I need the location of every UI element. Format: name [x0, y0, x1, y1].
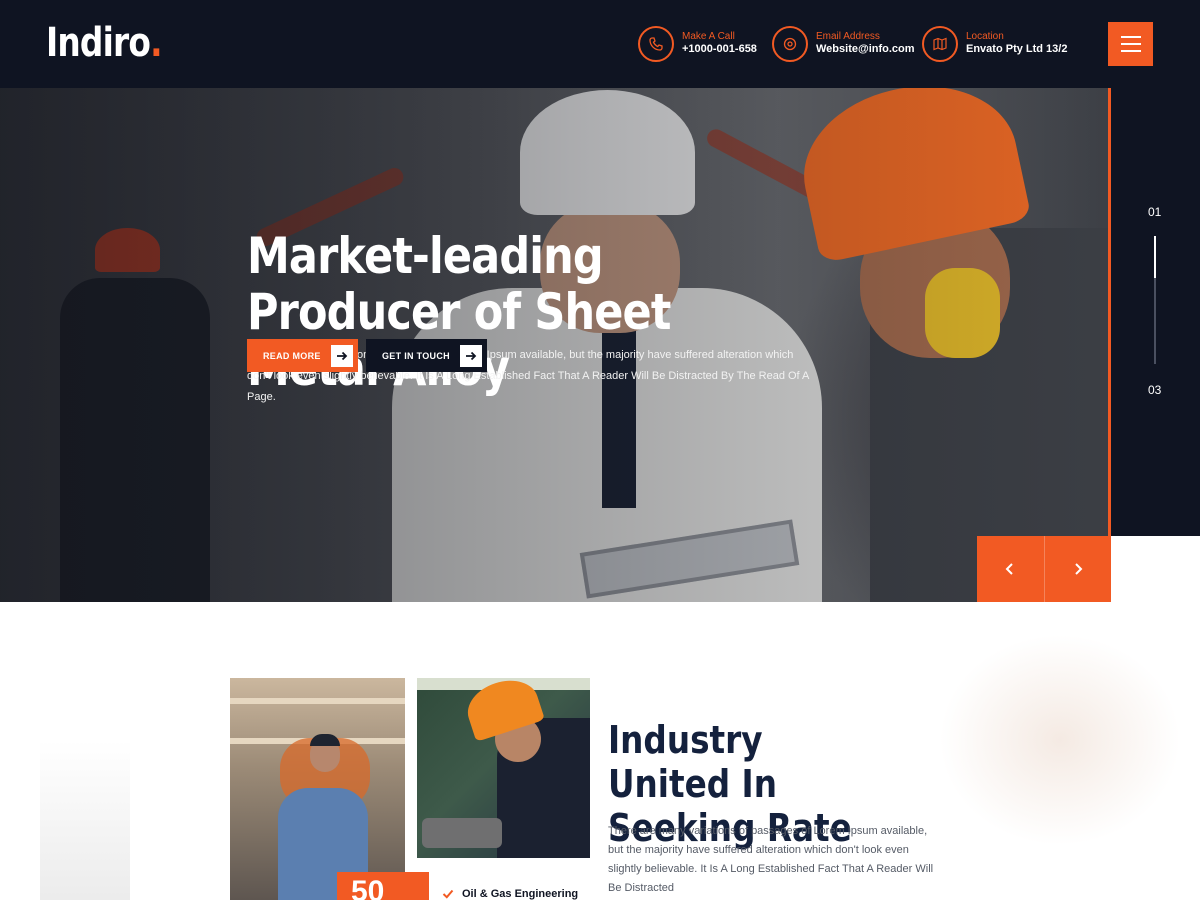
get-in-touch-label: GET IN TOUCH — [382, 350, 450, 361]
slide-progress-track — [1154, 236, 1156, 364]
site-header: Indiro. Make A Call +1000-001-658 Email … — [0, 0, 1200, 88]
get-in-touch-button[interactable]: GET IN TOUCH — [366, 339, 487, 372]
contact-location[interactable]: Location Envato Pty Ltd 13/2 — [922, 26, 1067, 62]
contact-location-value: Envato Pty Ltd 13/2 — [966, 43, 1068, 56]
map-icon — [922, 26, 958, 62]
about-image-welder — [417, 678, 590, 858]
arrow-right-icon — [460, 344, 482, 367]
read-more-label: READ MORE — [263, 350, 321, 361]
slider-nav — [977, 536, 1111, 602]
slider-accent-line — [1108, 88, 1111, 536]
prev-slide-button[interactable] — [977, 536, 1045, 602]
background-helmet-graphic — [900, 620, 1200, 900]
slide-total-number[interactable]: 03 — [1148, 383, 1161, 397]
service-item[interactable]: Oil & Gas Engineering — [442, 888, 578, 900]
slide-progress-fill — [1154, 236, 1156, 278]
chevron-left-icon — [1005, 563, 1013, 575]
about-image-engineer — [230, 678, 405, 900]
contact-email-value: Website@info.com — [816, 43, 915, 56]
chevron-right-icon — [1075, 563, 1083, 575]
contact-call[interactable]: Make A Call +1000-001-658 — [638, 26, 757, 62]
about-description: There are many variations of passages of… — [608, 825, 934, 894]
arrow-right-icon — [331, 344, 353, 367]
contact-email-label: Email Address — [816, 30, 880, 42]
contact-email[interactable]: Email Address Website@info.com — [772, 26, 915, 62]
hero-slider: Market-leading Producer of Sheet Metal A… — [0, 88, 1111, 602]
read-more-button[interactable]: READ MORE — [247, 339, 358, 372]
contact-call-value: +1000-001-658 — [682, 43, 757, 56]
landing-page: Indiro. Make A Call +1000-001-658 Email … — [0, 0, 1200, 900]
logo[interactable]: Indiro. — [46, 20, 163, 66]
experience-badge: 50 — [337, 872, 429, 900]
service-label: Oil & Gas Engineering — [462, 888, 579, 900]
hamburger-icon[interactable] — [1108, 22, 1153, 66]
check-icon — [442, 889, 454, 899]
background-tower-graphic — [40, 740, 130, 900]
next-slide-button[interactable] — [1045, 536, 1112, 602]
phone-icon — [638, 26, 674, 62]
contact-call-label: Make A Call — [682, 30, 735, 42]
slide-current-number[interactable]: 01 — [1148, 205, 1161, 219]
contact-location-label: Location — [966, 30, 1004, 42]
email-icon — [772, 26, 808, 62]
